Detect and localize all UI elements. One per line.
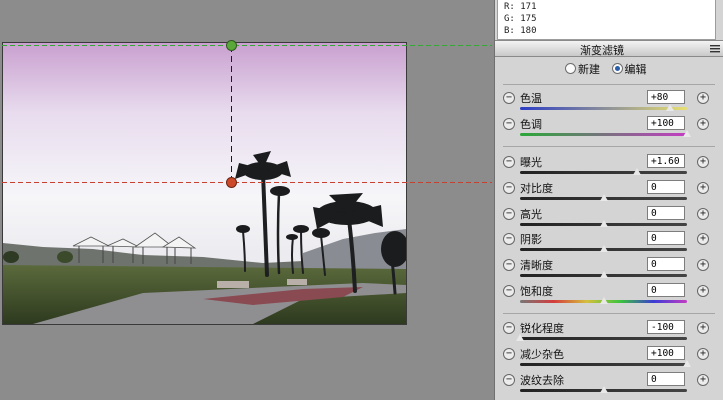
panel-title: 渐变滤镜 bbox=[580, 44, 624, 57]
slider-value-field[interactable]: -100 bbox=[647, 320, 685, 334]
plus-circle-icon[interactable]: + bbox=[697, 208, 709, 220]
info-box-blank bbox=[555, 0, 716, 40]
minus-circle-icon[interactable]: − bbox=[503, 182, 515, 194]
slider-thumb[interactable] bbox=[598, 219, 609, 227]
minus-circle-icon[interactable]: − bbox=[503, 92, 515, 104]
minus-circle-icon[interactable]: − bbox=[503, 208, 515, 220]
plus-circle-icon[interactable]: + bbox=[697, 233, 709, 245]
slider-row: − 清晰度 0 + bbox=[495, 257, 723, 283]
slider-label: 阴影 bbox=[520, 233, 542, 246]
slider-thumb[interactable] bbox=[598, 193, 609, 201]
slider-thumb[interactable] bbox=[598, 385, 609, 393]
slider-label: 减少杂色 bbox=[520, 348, 564, 361]
mode-selector: 新建 编辑 bbox=[565, 61, 655, 77]
slider-track[interactable] bbox=[520, 133, 687, 136]
plus-circle-icon[interactable]: + bbox=[697, 348, 709, 360]
slider-thumb[interactable] bbox=[515, 333, 525, 341]
mode-edit-label: 编辑 bbox=[624, 63, 647, 76]
rgb-r-value: R: 171 bbox=[504, 2, 537, 12]
plus-circle-icon[interactable]: + bbox=[697, 92, 709, 104]
plus-circle-icon[interactable]: + bbox=[697, 259, 709, 271]
section-divider bbox=[503, 84, 715, 85]
slider-label: 饱和度 bbox=[520, 285, 553, 298]
slider-row: − 锐化程度 -100 + bbox=[495, 320, 723, 346]
rgb-b-value: B: 180 bbox=[504, 26, 537, 36]
slider-value-field[interactable]: +1.60 bbox=[647, 154, 685, 168]
slider-row: − 色温 +80 + bbox=[495, 90, 723, 116]
slider-label: 波纹去除 bbox=[520, 374, 564, 387]
photo-preview[interactable] bbox=[2, 42, 407, 325]
rgb-g-value: G: 175 bbox=[504, 14, 537, 24]
slider-value-field[interactable]: 0 bbox=[647, 257, 685, 271]
slider-thumb[interactable] bbox=[631, 167, 642, 175]
slider-thumb[interactable] bbox=[598, 244, 609, 252]
radio-edit[interactable] bbox=[611, 63, 623, 74]
image-canvas[interactable] bbox=[0, 0, 492, 400]
plus-circle-icon[interactable]: + bbox=[697, 374, 709, 386]
panel-header: 渐变滤镜 bbox=[495, 40, 723, 57]
slider-value-field[interactable]: 0 bbox=[647, 372, 685, 386]
slider-row: − 阴影 0 + bbox=[495, 231, 723, 257]
plus-circle-icon[interactable]: + bbox=[697, 156, 709, 168]
minus-circle-icon[interactable]: − bbox=[503, 118, 515, 130]
rgb-readout: R: 171 G: 175 B: 180 bbox=[497, 0, 557, 40]
slider-track[interactable] bbox=[520, 171, 687, 174]
plus-circle-icon[interactable]: + bbox=[697, 285, 709, 297]
slider-label: 锐化程度 bbox=[520, 322, 564, 335]
slider-value-field[interactable]: 0 bbox=[647, 206, 685, 220]
minus-circle-icon[interactable]: − bbox=[503, 156, 515, 168]
slider-value-field[interactable]: +100 bbox=[647, 116, 685, 130]
slider-row: − 饱和度 0 + bbox=[495, 283, 723, 309]
slider-row: − 对比度 0 + bbox=[495, 180, 723, 206]
slider-label: 对比度 bbox=[520, 182, 553, 195]
slider-value-field[interactable]: 0 bbox=[647, 180, 685, 194]
slider-label: 曝光 bbox=[520, 156, 542, 169]
minus-circle-icon[interactable]: − bbox=[503, 285, 515, 297]
slider-row: − 波纹去除 0 + bbox=[495, 372, 723, 398]
mode-new-label: 新建 bbox=[578, 63, 600, 76]
slider-row: − 减少杂色 +100 + bbox=[495, 346, 723, 372]
mode-new-option[interactable]: 新建 bbox=[565, 63, 600, 76]
slider-track[interactable] bbox=[520, 363, 687, 366]
minus-circle-icon[interactable]: − bbox=[503, 259, 515, 271]
minus-circle-icon[interactable]: − bbox=[503, 374, 515, 386]
slider-value-field[interactable]: +80 bbox=[647, 90, 685, 104]
slider-label: 高光 bbox=[520, 208, 542, 221]
slider-thumb[interactable] bbox=[598, 270, 609, 278]
minus-circle-icon[interactable]: − bbox=[503, 348, 515, 360]
slider-row: − 曝光 +1.60 + bbox=[495, 154, 723, 180]
plus-circle-icon[interactable]: + bbox=[697, 182, 709, 194]
slider-value-field[interactable]: 0 bbox=[647, 231, 685, 245]
slider-value-field[interactable]: 0 bbox=[647, 283, 685, 297]
slider-label: 色温 bbox=[520, 92, 542, 105]
slider-thumb[interactable] bbox=[665, 103, 676, 111]
panel-menu-icon[interactable] bbox=[710, 44, 720, 53]
section-divider bbox=[503, 146, 715, 147]
section-divider bbox=[503, 313, 715, 314]
slider-thumb[interactable] bbox=[598, 296, 609, 304]
slider-thumb[interactable] bbox=[682, 359, 692, 367]
slider-label: 色调 bbox=[520, 118, 542, 131]
plus-circle-icon[interactable]: + bbox=[697, 118, 709, 130]
slider-track[interactable] bbox=[520, 337, 687, 340]
slider-row: − 高光 0 + bbox=[495, 206, 723, 232]
slider-track[interactable] bbox=[520, 107, 687, 110]
mode-edit-option[interactable]: 编辑 bbox=[611, 63, 647, 76]
plus-circle-icon[interactable]: + bbox=[697, 322, 709, 334]
slider-value-field[interactable]: +100 bbox=[647, 346, 685, 360]
slider-thumb[interactable] bbox=[682, 129, 692, 137]
radio-new[interactable] bbox=[565, 63, 576, 74]
minus-circle-icon[interactable]: − bbox=[503, 233, 515, 245]
slider-label: 清晰度 bbox=[520, 259, 553, 272]
graduated-filter-panel: R: 171 G: 175 B: 180 渐变滤镜 新建 编辑 − 色温 +80 + −… bbox=[494, 0, 723, 400]
minus-circle-icon[interactable]: − bbox=[503, 322, 515, 334]
slider-row: − 色调 +100 + bbox=[495, 116, 723, 142]
